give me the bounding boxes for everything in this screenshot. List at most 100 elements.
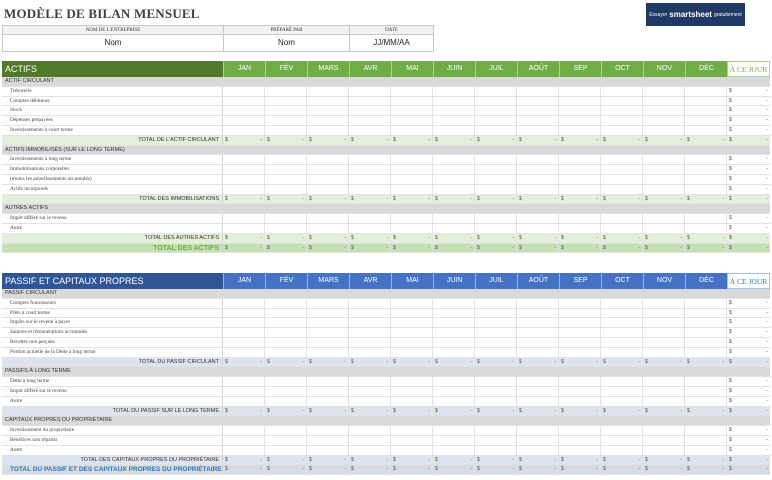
month-input-cell[interactable] bbox=[307, 106, 349, 116]
month-input-cell[interactable] bbox=[601, 174, 643, 184]
month-input-cell[interactable] bbox=[517, 214, 559, 223]
month-input-cell[interactable] bbox=[601, 184, 643, 194]
month-input-cell[interactable] bbox=[433, 396, 475, 406]
month-input-cell[interactable] bbox=[685, 298, 727, 308]
month-input-cell[interactable] bbox=[475, 106, 517, 116]
month-input-cell[interactable] bbox=[685, 318, 727, 328]
month-input-cell[interactable] bbox=[517, 386, 559, 396]
month-input-cell[interactable] bbox=[433, 174, 475, 184]
month-input-cell[interactable] bbox=[307, 328, 349, 337]
month-input-cell[interactable] bbox=[307, 445, 349, 455]
month-input-cell[interactable] bbox=[643, 298, 685, 308]
month-input-cell[interactable] bbox=[559, 106, 601, 116]
month-input-cell[interactable] bbox=[223, 386, 265, 396]
month-input-cell[interactable] bbox=[517, 165, 559, 174]
month-input-cell[interactable] bbox=[517, 435, 559, 445]
month-input-cell[interactable] bbox=[307, 347, 349, 357]
month-input-cell[interactable] bbox=[265, 125, 307, 135]
month-input-cell[interactable] bbox=[307, 184, 349, 194]
month-input-cell[interactable] bbox=[643, 328, 685, 337]
month-input-cell[interactable] bbox=[265, 308, 307, 318]
month-input-cell[interactable] bbox=[685, 386, 727, 396]
month-input-cell[interactable] bbox=[223, 337, 265, 347]
month-input-cell[interactable] bbox=[559, 298, 601, 308]
month-input-cell[interactable] bbox=[685, 337, 727, 347]
month-input-cell[interactable] bbox=[643, 106, 685, 116]
month-input-cell[interactable] bbox=[601, 396, 643, 406]
month-input-cell[interactable] bbox=[307, 298, 349, 308]
month-input-cell[interactable] bbox=[349, 298, 391, 308]
month-input-cell[interactable] bbox=[517, 184, 559, 194]
month-input-cell[interactable] bbox=[265, 377, 307, 386]
month-input-cell[interactable] bbox=[349, 214, 391, 223]
month-input-cell[interactable] bbox=[223, 155, 265, 165]
month-input-cell[interactable] bbox=[307, 116, 349, 125]
month-input-cell[interactable] bbox=[559, 318, 601, 328]
month-input-cell[interactable] bbox=[349, 426, 391, 435]
prepared-by-field[interactable]: Nom bbox=[224, 35, 349, 51]
month-input-cell[interactable] bbox=[517, 426, 559, 435]
month-input-cell[interactable] bbox=[517, 445, 559, 455]
month-input-cell[interactable] bbox=[559, 308, 601, 318]
month-input-cell[interactable] bbox=[601, 125, 643, 135]
month-input-cell[interactable] bbox=[685, 435, 727, 445]
month-input-cell[interactable] bbox=[475, 165, 517, 174]
month-input-cell[interactable] bbox=[685, 86, 727, 96]
month-input-cell[interactable] bbox=[307, 155, 349, 165]
month-input-cell[interactable] bbox=[433, 155, 475, 165]
month-input-cell[interactable] bbox=[265, 435, 307, 445]
month-input-cell[interactable] bbox=[559, 155, 601, 165]
month-input-cell[interactable] bbox=[265, 86, 307, 96]
month-input-cell[interactable] bbox=[349, 184, 391, 194]
company-name-field[interactable]: Nom bbox=[3, 35, 223, 51]
month-input-cell[interactable] bbox=[433, 426, 475, 435]
month-input-cell[interactable] bbox=[223, 298, 265, 308]
month-input-cell[interactable] bbox=[223, 214, 265, 223]
month-input-cell[interactable] bbox=[643, 386, 685, 396]
month-input-cell[interactable] bbox=[391, 165, 433, 174]
month-input-cell[interactable] bbox=[517, 328, 559, 337]
month-input-cell[interactable] bbox=[475, 184, 517, 194]
month-input-cell[interactable] bbox=[433, 377, 475, 386]
month-input-cell[interactable] bbox=[559, 165, 601, 174]
month-input-cell[interactable] bbox=[601, 106, 643, 116]
month-input-cell[interactable] bbox=[391, 318, 433, 328]
month-input-cell[interactable] bbox=[475, 214, 517, 223]
month-input-cell[interactable] bbox=[685, 223, 727, 233]
month-input-cell[interactable] bbox=[475, 377, 517, 386]
month-input-cell[interactable] bbox=[517, 174, 559, 184]
month-input-cell[interactable] bbox=[307, 386, 349, 396]
month-input-cell[interactable] bbox=[223, 435, 265, 445]
month-input-cell[interactable] bbox=[391, 86, 433, 96]
month-input-cell[interactable] bbox=[223, 116, 265, 125]
month-input-cell[interactable] bbox=[349, 86, 391, 96]
month-input-cell[interactable] bbox=[517, 347, 559, 357]
month-input-cell[interactable] bbox=[517, 155, 559, 165]
month-input-cell[interactable] bbox=[601, 308, 643, 318]
month-input-cell[interactable] bbox=[685, 184, 727, 194]
month-input-cell[interactable] bbox=[349, 337, 391, 347]
month-input-cell[interactable] bbox=[265, 214, 307, 223]
month-input-cell[interactable] bbox=[475, 435, 517, 445]
month-input-cell[interactable] bbox=[265, 347, 307, 357]
month-input-cell[interactable] bbox=[391, 106, 433, 116]
month-input-cell[interactable] bbox=[433, 386, 475, 396]
month-input-cell[interactable] bbox=[685, 96, 727, 106]
month-input-cell[interactable] bbox=[349, 174, 391, 184]
month-input-cell[interactable] bbox=[601, 337, 643, 347]
month-input-cell[interactable] bbox=[307, 308, 349, 318]
month-input-cell[interactable] bbox=[307, 318, 349, 328]
month-input-cell[interactable] bbox=[391, 347, 433, 357]
month-input-cell[interactable] bbox=[307, 426, 349, 435]
month-input-cell[interactable] bbox=[517, 86, 559, 96]
month-input-cell[interactable] bbox=[643, 96, 685, 106]
month-input-cell[interactable] bbox=[517, 106, 559, 116]
month-input-cell[interactable] bbox=[223, 328, 265, 337]
month-input-cell[interactable] bbox=[391, 308, 433, 318]
month-input-cell[interactable] bbox=[265, 396, 307, 406]
month-input-cell[interactable] bbox=[223, 96, 265, 106]
month-input-cell[interactable] bbox=[559, 184, 601, 194]
month-input-cell[interactable] bbox=[601, 426, 643, 435]
month-input-cell[interactable] bbox=[349, 328, 391, 337]
month-input-cell[interactable] bbox=[475, 174, 517, 184]
